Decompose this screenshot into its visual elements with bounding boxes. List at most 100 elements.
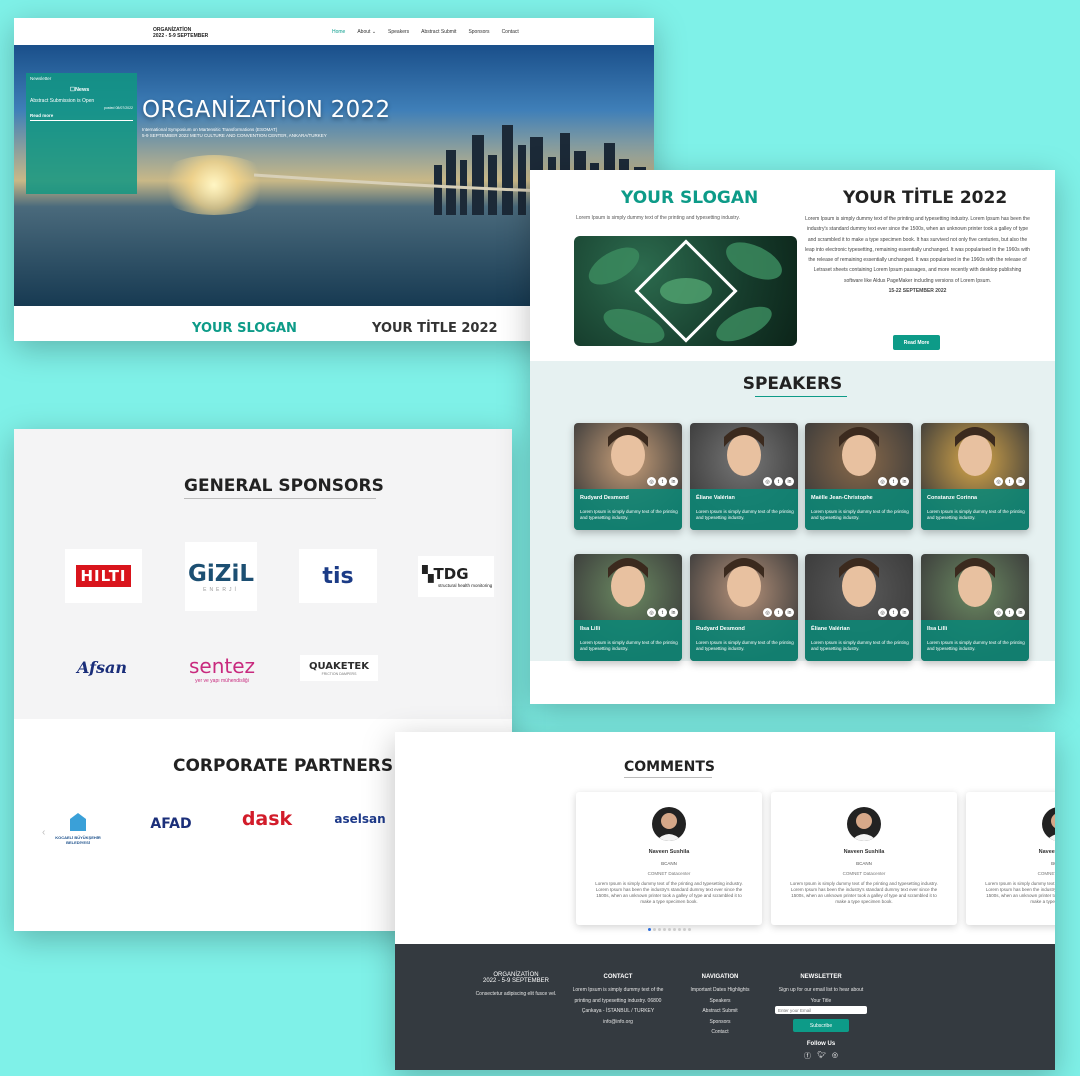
footer-link-speakers[interactable]: Speakers <box>678 996 762 1007</box>
footer-contact-line2: printing and typesetting industry. 06800 <box>574 997 662 1004</box>
instagram-icon[interactable]: ◎ <box>647 477 656 486</box>
twitter-icon[interactable]: 🐦︎ <box>817 1051 826 1061</box>
brand-line2: 2022 - 5-9 SEPTEMBER <box>153 33 209 39</box>
nav-sponsors[interactable]: Sponsors <box>468 29 489 35</box>
partner-logo-dask[interactable]: dask <box>242 802 292 836</box>
hero-subtitle-line2: 5-9 SEPTEMBER 2022 METU CULTURE AND CONV… <box>142 133 327 138</box>
gizil-wordmark: GiZiL <box>188 560 254 587</box>
carousel-dot[interactable] <box>683 928 686 931</box>
speakers-title: SPEAKERS <box>742 374 843 394</box>
twitter-icon[interactable]: t <box>889 608 898 617</box>
quaketek-wordmark: QUAKETEK <box>308 660 370 672</box>
commenter-org: BCANN <box>661 861 677 866</box>
sponsor-logo-hilti[interactable]: HILTI <box>65 549 142 603</box>
twitter-icon[interactable]: t <box>1005 477 1014 486</box>
speaker-card[interactable]: ◎ t in Constanze Corinna Lorem Ipsum is simp… <box>921 423 1029 530</box>
instagram-icon[interactable]: ◎ <box>994 477 1003 486</box>
carousel-dot[interactable] <box>648 928 651 931</box>
speaker-overlay: Constanze Corinna Lorem Ipsum is simply d… <box>921 489 1029 530</box>
twitter-icon[interactable]: t <box>658 477 667 486</box>
speaker-card[interactable]: ◎ t in Maëlle Jean-Christophe Lorem Ipsum is… <box>805 423 913 530</box>
carousel-dot[interactable] <box>663 928 666 931</box>
partner-logo-aselsan[interactable]: aselsan <box>330 809 390 829</box>
instagram-icon[interactable]: ◎ <box>763 477 772 486</box>
sponsor-logo-sentez[interactable]: sentez yer ve yapı mühendisliği <box>178 651 266 687</box>
twitter-icon[interactable]: t <box>774 477 783 486</box>
carousel-dot[interactable] <box>668 928 671 931</box>
nav-abstract[interactable]: Abstract Submit <box>421 29 456 35</box>
linkedin-icon[interactable]: in <box>1016 477 1025 486</box>
commenter-dept: COMNET Datacenter <box>647 871 691 876</box>
linkedin-icon[interactable]: in <box>1016 608 1025 617</box>
linkedin-icon[interactable]: in <box>900 477 909 486</box>
newsletter-email-input[interactable] <box>775 1006 867 1014</box>
nav-about[interactable]: About ⌄ <box>357 29 376 35</box>
twitter-icon[interactable]: t <box>774 608 783 617</box>
linkedin-icon[interactable]: in <box>785 608 794 617</box>
footer-link-dates[interactable]: Important Dates Highlights <box>678 985 762 996</box>
instagram-icon[interactable]: ◎ <box>647 608 656 617</box>
speaker-social-icons: ◎ t in <box>994 608 1025 617</box>
twitter-icon[interactable]: t <box>658 608 667 617</box>
footer-email-link[interactable]: info@info.org <box>570 1017 666 1028</box>
speaker-card[interactable]: ◎ t in Ilsa Lilli Lorem Ipsum is simply dumm… <box>921 554 1029 661</box>
instagram-icon[interactable]: ◎ <box>878 477 887 486</box>
linkedin-icon[interactable]: in <box>669 477 678 486</box>
footer-link-sponsors[interactable]: Sponsors <box>678 1017 762 1028</box>
carousel-dot[interactable] <box>658 928 661 931</box>
twitter-icon[interactable]: t <box>1005 608 1014 617</box>
twitter-icon[interactable]: t <box>889 477 898 486</box>
read-more-button[interactable]: Read More <box>893 335 940 350</box>
speaker-card[interactable]: ◎ t in Rudyard Desmond Lorem Ipsum is simply… <box>690 554 798 661</box>
speaker-social-icons: ◎ t in <box>647 477 678 486</box>
partner-logo-afad[interactable]: AFAD <box>145 804 197 844</box>
footer-contact: CONTACT Lorem Ipsum is simply dummy text… <box>570 974 666 1027</box>
nav-speakers[interactable]: Speakers <box>388 29 409 35</box>
sponsor-logo-afsan[interactable]: Afsan <box>57 651 147 683</box>
about-dates: 15-22 SEPTEMBER 2022 <box>888 288 947 295</box>
footer-link-abstract[interactable]: Abstract Submit <box>678 1006 762 1017</box>
facebook-icon[interactable]: ⓕ <box>804 1051 811 1061</box>
carousel-dot[interactable] <box>688 928 691 931</box>
speaker-card[interactable]: ◎ t in Ilsa Lilli Lorem Ipsum is simply dumm… <box>574 554 682 661</box>
carousel-prev-icon[interactable]: ‹ <box>42 827 45 838</box>
linkedin-icon[interactable]: in <box>785 477 794 486</box>
avatar <box>847 807 881 841</box>
speaker-description: Lorem Ipsum is simply dummy text of the … <box>811 640 909 651</box>
carousel-dot[interactable] <box>673 928 676 931</box>
nav-home[interactable]: Home <box>332 29 345 35</box>
subscribe-button[interactable]: Subscribe <box>793 1019 849 1032</box>
speaker-card[interactable]: ◎ t in Éliane Valérian Lorem Ipsum is simply… <box>805 554 913 661</box>
partner-logo-kocaeli[interactable]: KOCAELİ BÜYÜKŞEHİR BELEDİYESİ <box>48 804 108 852</box>
speaker-name: Éliane Valérian <box>696 495 735 501</box>
linkedin-icon[interactable]: in <box>900 608 909 617</box>
instagram-icon[interactable]: ◎ <box>878 608 887 617</box>
news-item[interactable]: Abstract Submission is Open <box>30 98 94 104</box>
hero-title: ORGANİZATİON 2022 <box>142 97 391 123</box>
news-widget: Newsletter ☐News Abstract Submission is … <box>26 73 137 194</box>
speaker-overlay: Rudyard Desmond Lorem Ipsum is simply dum… <box>574 489 682 530</box>
news-read-more[interactable]: Read more <box>30 113 133 121</box>
speaker-card[interactable]: ◎ t in Éliane Valérian Lorem Ipsum is simply… <box>690 423 798 530</box>
about-body-text: Lorem Ipsum is simply dummy text of the … <box>805 216 1030 284</box>
footer-newsletter-heading: NEWSLETTER <box>800 974 842 980</box>
footer-link-contact[interactable]: Contact <box>678 1027 762 1038</box>
instagram-icon[interactable]: ◎ <box>763 608 772 617</box>
carousel-dot[interactable] <box>678 928 681 931</box>
speaker-overlay: Éliane Valérian Lorem Ipsum is simply dum… <box>805 620 913 661</box>
brand-logo[interactable]: ORGANİZATİON 2022 - 5-9 SEPTEMBER <box>153 27 208 39</box>
footer-contact-line3: Çankaya - İSTANBUL / TURKEY <box>581 1008 655 1014</box>
follow-us-heading: Follow Us <box>806 1041 836 1047</box>
carousel-dot[interactable] <box>653 928 656 931</box>
about-slogan-text: Lorem Ipsum is simply dummy text of the … <box>576 215 740 221</box>
nav-contact[interactable]: Contact <box>502 29 519 35</box>
instagram-icon[interactable]: ◎ <box>994 608 1003 617</box>
sponsor-logo-tis[interactable]: tis <box>299 549 377 603</box>
speaker-description: Lorem Ipsum is simply dummy text of the … <box>927 640 1025 651</box>
instagram-icon[interactable]: ◎ <box>832 1051 838 1061</box>
linkedin-icon[interactable]: in <box>669 608 678 617</box>
sponsor-logo-gizil[interactable]: GiZiL ENERJİ <box>185 542 257 611</box>
speaker-card[interactable]: ◎ t in Rudyard Desmond Lorem Ipsum is simply… <box>574 423 682 530</box>
sponsor-logo-tdg[interactable]: ▚TDG structural health monitoring <box>418 556 494 597</box>
sponsor-logo-quaketek[interactable]: QUAKETEK FRICTION DAMPERS <box>300 655 378 681</box>
